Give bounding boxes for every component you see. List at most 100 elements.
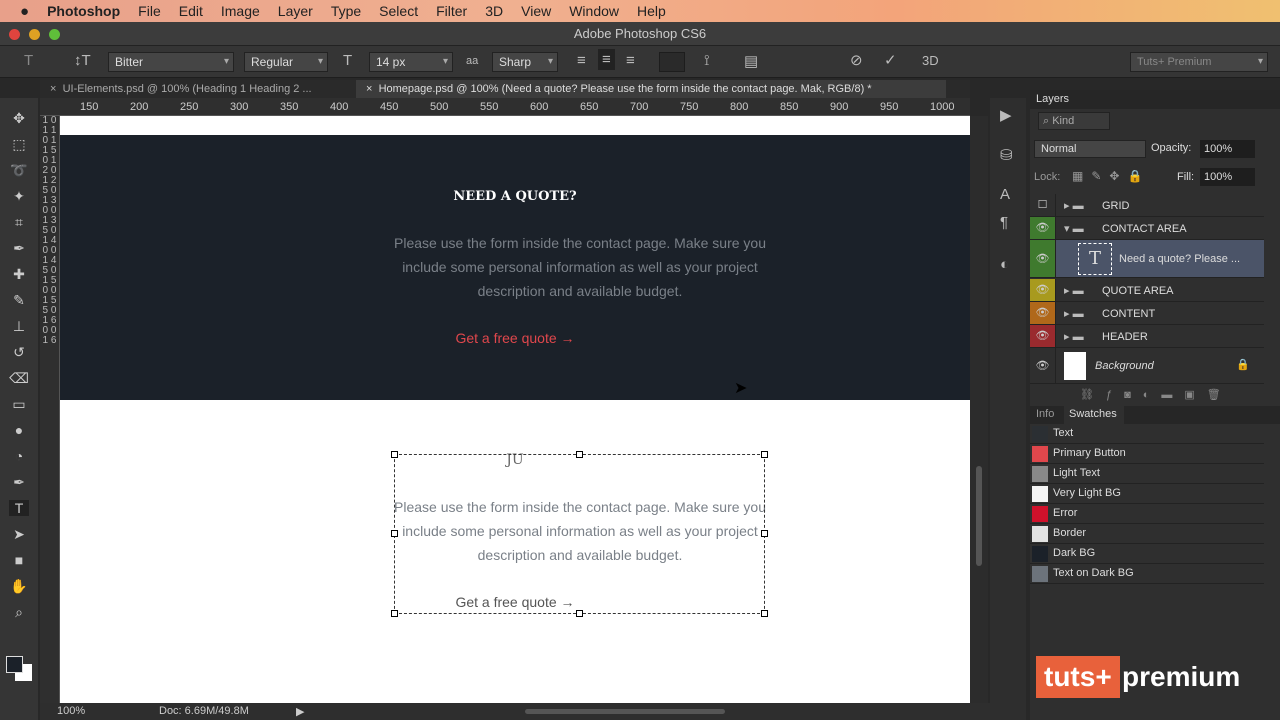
transform-handle[interactable] [761,451,768,458]
shape-tool-icon[interactable]: ■ [9,552,29,568]
move-tool-icon[interactable]: ✥ [9,110,29,127]
menu-image[interactable]: Image [221,3,260,19]
transform-handle[interactable] [391,610,398,617]
tool-presets-icon[interactable]: ⛁ [1000,146,1013,164]
type-tool-icon[interactable]: T [9,500,29,516]
foreground-color[interactable] [6,656,23,673]
eye-icon[interactable]: 👁 [1030,217,1056,239]
layer-actions[interactable]: ⛓ƒ◙◐▬▣🗑 [1080,388,1233,401]
transform-handle[interactable] [761,530,768,537]
menu-select[interactable]: Select [379,3,418,19]
menu-app[interactable]: Photoshop [47,3,120,19]
character-panel-icon[interactable]: ▤ [744,52,758,70]
menu-3d[interactable]: 3D [485,3,503,19]
character-icon[interactable]: A [1000,186,1010,203]
swatch-item[interactable]: Error [1030,504,1264,524]
eye-icon[interactable]: 👁 [1030,279,1056,301]
warp-text-icon[interactable]: ⟟ [704,52,710,69]
paragraph-icon[interactable]: ¶ [1000,214,1008,231]
font-family-select[interactable]: Bitter [108,52,234,72]
transform-handle[interactable] [576,610,583,617]
horizontal-scrollbar[interactable] [525,709,725,714]
align-center-icon[interactable]: ≡ [598,49,615,70]
close-tab-icon[interactable]: × [50,83,56,95]
zoom-tool-icon[interactable]: ⌕ [9,604,29,621]
menu-help[interactable]: Help [637,3,666,19]
menu-filter[interactable]: Filter [436,3,467,19]
blur-tool-icon[interactable]: ● [9,422,29,438]
layer-background[interactable]: 👁 Background 🔒 [1030,348,1264,384]
antialias-select[interactable]: Sharp [492,52,558,72]
adjustments-icon[interactable]: ◐ [1000,256,1009,273]
lock-icons[interactable]: ▦✎✥🔒 [1072,169,1150,183]
hand-tool-icon[interactable]: ✋ [9,578,29,595]
path-select-tool-icon[interactable]: ➤ [9,526,29,543]
swatch-item[interactable]: Text [1030,424,1264,444]
blend-mode-select[interactable]: Normal [1034,140,1146,158]
pen-tool-icon[interactable]: ✒ [9,474,29,491]
brush-tool-icon[interactable]: ✎ [9,292,29,309]
vertical-scrollbar[interactable] [970,116,988,703]
swatch-item[interactable]: Dark BG [1030,544,1264,564]
healing-tool-icon[interactable]: ✚ [9,266,29,283]
swatch-item[interactable]: Very Light BG [1030,484,1264,504]
eraser-tool-icon[interactable]: ⌫ [9,370,29,387]
menu-view[interactable]: View [521,3,551,19]
font-style-select[interactable]: Regular [244,52,328,72]
layer-content[interactable]: 👁 ▸ ▬ CONTENT [1030,302,1264,325]
gradient-tool-icon[interactable]: ▭ [9,396,29,413]
menu-file[interactable]: File [138,3,161,19]
font-size-select[interactable]: 14 px [369,52,453,72]
eye-icon[interactable]: 👁 [1030,302,1056,324]
status-menu-arrow-icon[interactable]: ▶ [296,705,304,718]
dodge-tool-icon[interactable]: ◔ [9,448,29,464]
marquee-tool-icon[interactable]: ⬚ [9,136,29,153]
crop-tool-icon[interactable]: ⌗ [9,214,29,231]
transform-handle[interactable] [391,451,398,458]
menu-edit[interactable]: Edit [179,3,203,19]
fill-input[interactable]: 100% [1200,168,1255,186]
play-action-icon[interactable]: ▶ [1000,106,1012,124]
layers-tab[interactable]: Layers [1036,93,1069,105]
lasso-tool-icon[interactable]: ➰ [9,162,29,179]
minimize-window-button[interactable] [29,29,40,40]
transform-handle[interactable] [576,451,583,458]
tab-ui-elements[interactable]: × UI-Elements.psd @ 100% (Heading 1 Head… [40,80,360,98]
eyedropper-tool-icon[interactable]: ✒ [9,240,29,257]
zoom-window-button[interactable] [49,29,60,40]
layer-text-need-a-quote[interactable]: 👁 T Need a quote? Please ... [1030,240,1264,278]
swatch-item[interactable]: Primary Button [1030,444,1264,464]
layer-contact-area[interactable]: 👁 ▾ ▬ CONTACT AREA [1030,217,1264,240]
tab-homepage[interactable]: × Homepage.psd @ 100% (Need a quote? Ple… [356,80,946,98]
eye-icon[interactable]: 👁 [1030,348,1056,383]
align-left-icon[interactable]: ≡ [577,52,586,69]
menu-window[interactable]: Window [569,3,619,19]
close-window-button[interactable] [9,29,20,40]
visibility-toggle[interactable]: ☐ [1030,194,1056,216]
close-tab-icon[interactable]: × [366,83,372,95]
opacity-input[interactable]: 100% [1200,140,1255,158]
toggle-orientation-icon[interactable]: ↕T [74,52,91,69]
zoom-level[interactable]: 100% [57,705,85,717]
commit-edit-icon[interactable]: ✓ [884,51,897,69]
layer-grid[interactable]: ☐ ▸ ▬ GRID [1030,194,1264,217]
eye-icon[interactable]: 👁 [1030,240,1056,277]
transform-handle[interactable] [391,530,398,537]
swatch-item[interactable]: Text on Dark BG [1030,564,1264,584]
layer-header[interactable]: 👁 ▸ ▬ HEADER [1030,325,1264,348]
canvas[interactable]: NEED A QUOTE? Please use the form inside… [60,116,970,703]
workspace-select[interactable]: Tuts+ Premium [1130,52,1268,72]
history-brush-tool-icon[interactable]: ↺ [9,344,29,361]
layer-quote-area[interactable]: 👁 ▸ ▬ QUOTE AREA [1030,279,1264,302]
align-right-icon[interactable]: ≡ [626,52,635,69]
info-tab[interactable]: Info [1036,408,1054,420]
swatches-tab[interactable]: Swatches [1064,406,1124,424]
transform-handle[interactable] [761,610,768,617]
layer-filter-select[interactable]: ⌕ Kind [1038,112,1110,130]
text-bounding-box[interactable] [394,454,765,614]
eye-icon[interactable]: 👁 [1030,325,1056,347]
type-tool-preset-icon[interactable]: T [24,52,33,69]
menu-layer[interactable]: Layer [278,3,313,19]
magic-wand-tool-icon[interactable]: ✦ [9,188,29,205]
stamp-tool-icon[interactable]: ⊥ [9,318,29,335]
